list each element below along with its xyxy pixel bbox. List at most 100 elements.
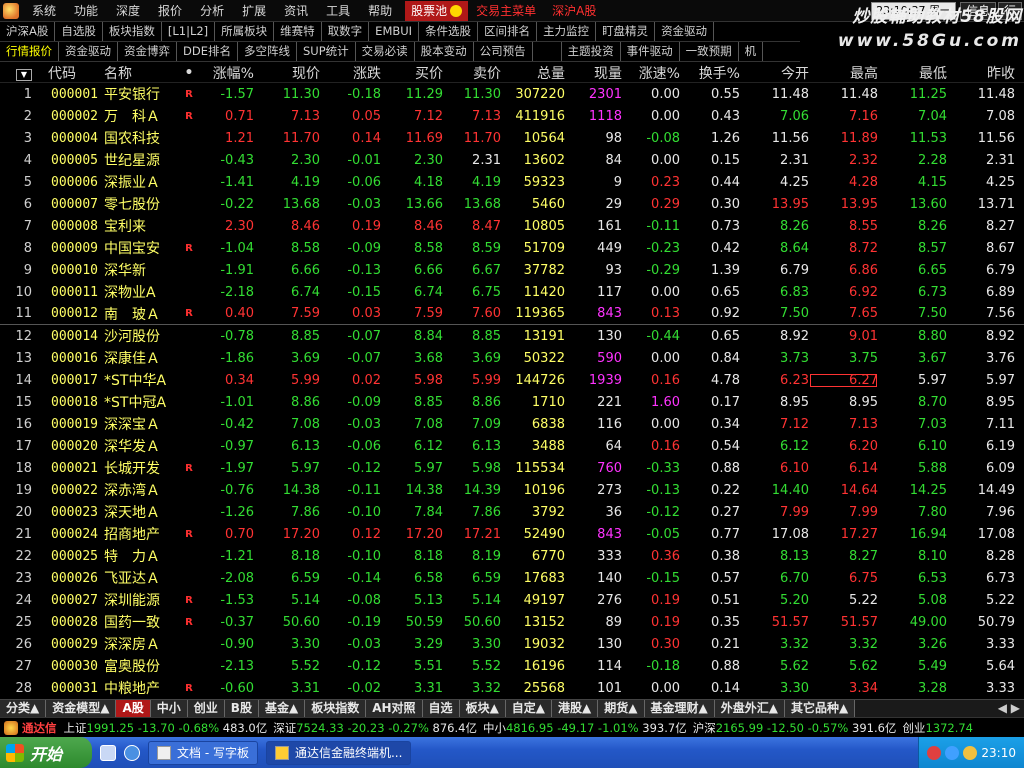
menu-system[interactable]: 系统 [23,0,65,22]
stock-name[interactable]: 国农科技 [98,128,180,148]
task-wordpad[interactable]: 文档 - 写字板 [148,740,258,765]
table-row[interactable]: 22 000025 特 力Ａ -1.21 8.18 -0.10 8.18 8.19 6770 33… [0,545,1024,567]
stock-code[interactable]: 000021 [36,461,98,476]
category-tab-7[interactable]: EMBUI [369,22,420,41]
menu-help[interactable]: 帮助 [359,0,401,22]
header-price[interactable]: 现价 [254,63,320,83]
category-tab-5[interactable]: 维赛特 [274,22,322,41]
network-icon[interactable] [945,745,960,760]
category-tab-4[interactable]: 所属板块 [215,22,275,41]
category-tab-9[interactable]: 区间排名 [478,22,538,41]
stock-code[interactable]: 000030 [36,659,98,674]
view-tab-11[interactable]: 一致预期 [680,42,739,61]
ticker-index-0[interactable]: 上证1991.25 -13.70 -0.68% 483.0亿 [61,721,271,735]
stock-name[interactable]: 富奥股份 [98,656,180,676]
stock-code[interactable]: 000012 [36,306,98,321]
stock-code[interactable]: 000031 [36,681,98,696]
stock-name[interactable]: 深华发Ａ [98,436,180,456]
bottom-tab-10[interactable]: 板块▲ [459,700,506,717]
stock-name[interactable]: 深深宝Ａ [98,414,180,434]
view-tab-8[interactable]: 公司预告 [474,42,533,61]
bottom-tab-9[interactable]: 自选 [422,700,460,717]
table-row[interactable]: 19 000022 深赤湾Ａ -0.76 14.38 -0.11 14.38 14.39 101… [0,479,1024,501]
category-tab-1[interactable]: 自选股 [55,22,103,41]
category-tab-3[interactable]: [L1|L2] [162,22,216,41]
ticker-index-2[interactable]: 中小4816.95 -49.17 -1.01% 393.7亿 [480,721,690,735]
ticker-index-4[interactable]: 创业1372.74 [899,721,976,735]
stock-name[interactable]: 南 玻Ａ [98,304,180,324]
menu-news[interactable]: 资讯 [275,0,317,22]
bottom-tab-7[interactable]: 板块指数 [305,700,367,717]
bottom-tab-3[interactable]: 中小 [150,700,188,717]
bottom-tab-15[interactable]: 外盘外汇▲ [714,700,785,717]
stock-name[interactable]: 深天地Ａ [98,502,180,522]
sort-toggle-cell[interactable]: ▼ [0,65,36,81]
menu-quote[interactable]: 报价 [149,0,191,22]
stock-code[interactable]: 000024 [36,527,98,542]
table-row[interactable]: 15 000018 *ST中冠A -1.01 8.86 -0.09 8.85 8.86 1710… [0,391,1024,413]
table-row[interactable]: 2 000002 万 科Ａ R 0.71 7.13 0.05 7.12 7.13 411916 11… [0,105,1024,127]
table-row[interactable]: 17 000020 深华发Ａ -0.97 6.13 -0.06 6.12 6.13 3488 64… [0,435,1024,457]
bottom-tab-6[interactable]: 基金▲ [258,700,306,717]
stock-code[interactable]: 000006 [36,175,98,190]
table-row[interactable]: 10 000011 深物业A -2.18 6.74 -0.15 6.74 6.75 11420 1… [0,281,1024,303]
stock-pool-button[interactable]: 股票池 [405,0,469,21]
table-row[interactable]: 24 000027 深圳能源 R -1.53 5.14 -0.08 5.13 5.14 49197… [0,589,1024,611]
header-code[interactable]: 代码 [36,63,98,83]
table-row[interactable]: 4 000005 世纪星源 -0.43 2.30 -0.01 2.30 2.31 13602 84… [0,149,1024,171]
category-tab-6[interactable]: 取数字 [322,22,370,41]
table-row[interactable]: 16 000019 深深宝Ａ -0.42 7.08 -0.03 7.08 7.09 6838 11… [0,413,1024,435]
menu-function[interactable]: 功能 [65,0,107,22]
header-low[interactable]: 最低 [878,63,947,83]
stock-name[interactable]: 深圳能源 [98,590,180,610]
stock-code[interactable]: 000018 [36,395,98,410]
security-icon[interactable] [927,745,942,760]
menu-analysis[interactable]: 分析 [191,0,233,22]
browser-icon[interactable] [124,744,140,761]
stock-code[interactable]: 000026 [36,571,98,586]
view-tab-0[interactable]: 行情报价 [0,42,59,61]
stock-code[interactable]: 000004 [36,131,98,146]
stock-code[interactable]: 000010 [36,263,98,278]
show-desktop-icon[interactable] [100,744,116,761]
table-row[interactable]: 9 000010 深华新 -1.91 6.66 -0.13 6.66 6.67 37782 93 -… [0,259,1024,281]
bottom-tab-1[interactable]: 资金模型▲ [46,700,117,717]
table-row[interactable]: 14 000017 *ST中华A 0.34 5.99 0.02 5.98 5.99 144726… [0,369,1024,391]
header-turnover[interactable]: 换手% [680,63,740,83]
view-tab-9[interactable]: 主题投资 [560,42,621,61]
table-row[interactable]: 13 000016 深康佳Ａ -1.86 3.69 -0.07 3.68 3.69 50322 5… [0,347,1024,369]
stock-code[interactable]: 000023 [36,505,98,520]
stock-name[interactable]: 零七股份 [98,194,180,214]
table-row[interactable]: 8 000009 中国宝安 R -1.04 8.58 -0.09 8.58 8.59 51709 4… [0,237,1024,259]
menu-tools[interactable]: 工具 [317,0,359,22]
view-tab-3[interactable]: DDE排名 [177,42,238,61]
header-name[interactable]: 名称 [98,63,180,83]
stock-code[interactable]: 000017 [36,373,98,388]
bottom-tab-8[interactable]: AH对照 [366,700,423,717]
stock-code[interactable]: 000019 [36,417,98,432]
stock-name[interactable]: 招商地产 [98,524,180,544]
stock-code[interactable]: 000022 [36,483,98,498]
header-high[interactable]: 最高 [809,63,878,83]
menu-depth[interactable]: 深度 [107,0,149,22]
stock-name[interactable]: 深深房Ａ [98,634,180,654]
bottom-tab-5[interactable]: B股 [224,700,259,717]
header-prev-close[interactable]: 昨收 [947,63,1015,83]
volume-icon[interactable] [963,745,978,760]
stock-code[interactable]: 000001 [36,87,98,102]
scroll-arrows-icon[interactable]: ◀ ▶ [994,700,1024,717]
table-row[interactable]: 18 000021 长城开发 R -1.97 5.97 -0.12 5.97 5.98 11553… [0,457,1024,479]
header-last-volume[interactable]: 现量 [565,63,622,83]
stock-name[interactable]: 深华新 [98,260,180,280]
header-volume[interactable]: 总量 [501,63,565,83]
stock-code[interactable]: 000002 [36,109,98,124]
stock-code[interactable]: 000029 [36,637,98,652]
stock-name[interactable]: 世纪星源 [98,150,180,170]
bottom-tab-11[interactable]: 自定▲ [505,700,553,717]
table-row[interactable]: 5 000006 深振业Ａ -1.41 4.19 -0.06 4.18 4.19 59323 9 0… [0,171,1024,193]
stock-name[interactable]: *ST中华A [98,370,180,390]
stock-code[interactable]: 000028 [36,615,98,630]
task-terminal[interactable]: 通达信金融终端机... [265,740,412,765]
category-tab-0[interactable]: 沪深A股 [0,22,56,41]
table-row[interactable]: 6 000007 零七股份 -0.22 13.68 -0.03 13.66 13.68 5460… [0,193,1024,215]
